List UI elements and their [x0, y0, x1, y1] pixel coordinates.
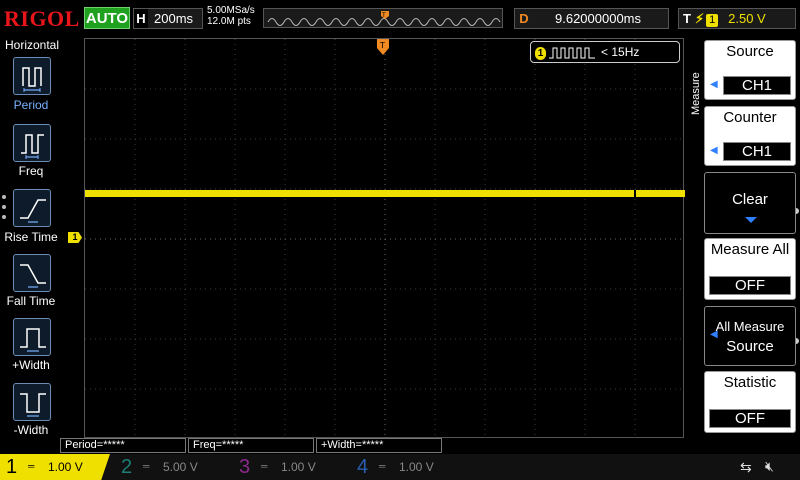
dc-coupling-icon: ═ — [143, 461, 150, 471]
acquisition-info: 5.00MSa/s 12.0M pts — [207, 5, 255, 27]
counter-label: Counter — [723, 109, 777, 126]
negative-width-button[interactable] — [13, 383, 51, 421]
source-button[interactable]: Source ◀ CH1 — [704, 40, 796, 100]
freq-label: Freq — [18, 164, 44, 178]
rise-time-button[interactable] — [13, 189, 51, 227]
timebase-value: 200ms — [154, 11, 194, 26]
trigger-channel: 1 — [706, 14, 719, 27]
fall-time-icon — [20, 264, 46, 288]
sample-rate: 5.00MSa/s — [207, 5, 255, 16]
positive-width-icon — [20, 328, 46, 352]
select-arrow-icon: ◀ — [710, 329, 718, 340]
fall-time-button[interactable] — [13, 254, 51, 292]
positive-width-button[interactable] — [13, 318, 51, 356]
counter-channel: 1 — [535, 47, 546, 60]
ch1-offset-marker[interactable]: 1 — [68, 232, 82, 243]
freq-result[interactable]: Freq=***** — [188, 438, 314, 453]
period-label: Period — [13, 98, 49, 112]
chevron-down-icon — [745, 217, 757, 223]
channel-4-tab[interactable]: 4 ═ 1.00 V — [351, 454, 469, 480]
statistic-button[interactable]: Statistic OFF — [704, 371, 796, 433]
counter-value: < 15Hz — [601, 45, 640, 59]
trigger-label: T — [683, 11, 691, 26]
negative-width-icon — [20, 393, 46, 417]
rise-time-icon — [20, 199, 46, 223]
channel-1-number: 1 — [6, 456, 18, 478]
delay-label: D — [519, 11, 529, 26]
trigger-display[interactable]: T ⚡︎ 1 2.50 V — [678, 8, 796, 29]
channel-3-number: 3 — [239, 456, 251, 478]
channel-2-scale: 5.00 V — [163, 460, 198, 474]
timebase-display[interactable]: H 200ms — [133, 8, 203, 29]
freq-button[interactable] — [13, 124, 51, 162]
channel-3-tab[interactable]: 3 ═ 1.00 V — [233, 454, 351, 480]
period-result[interactable]: Period=***** — [60, 438, 186, 453]
waveform-display[interactable] — [84, 38, 685, 439]
dc-coupling-icon: ═ — [28, 461, 35, 471]
trace-gap — [634, 190, 636, 197]
square-wave-icon — [549, 47, 595, 59]
channel-2-number: 2 — [121, 456, 133, 478]
select-arrow-icon: ◀ — [710, 79, 718, 90]
select-arrow-icon: ◀ — [710, 145, 718, 156]
menu-page-dots — [2, 195, 8, 225]
usb-icon: ⇆ — [740, 459, 752, 475]
right-menu-title: Measure — [690, 72, 702, 115]
brand-logo: RIGOL — [4, 6, 80, 31]
graticule — [85, 39, 685, 439]
channel-2-tab[interactable]: 2 ═ 5.00 V — [115, 454, 233, 480]
dc-coupling-icon: ═ — [261, 461, 268, 471]
ch1-waveform-trace — [85, 190, 685, 197]
all-measure-source-label: Source — [726, 338, 774, 355]
source-value: CH1 — [723, 76, 791, 95]
memory-waveform-icon: T — [267, 11, 501, 26]
measure-all-button[interactable]: Measure All OFF — [704, 238, 796, 300]
frequency-counter: 1 < 15Hz — [530, 41, 680, 63]
measure-all-label: Measure All — [710, 241, 790, 258]
all-measure-source-button[interactable]: All Measure Source ◀ — [704, 306, 796, 366]
memory-overview-strip[interactable]: T — [263, 8, 503, 28]
source-label: Source — [726, 43, 774, 60]
delay-display[interactable]: D 9.62000000ms — [514, 8, 669, 29]
statistic-value: OFF — [709, 409, 791, 428]
statistic-label: Statistic — [723, 374, 777, 391]
trigger-level: 2.50 V — [728, 11, 766, 26]
svg-text:T: T — [379, 41, 385, 50]
period-icon — [22, 67, 42, 92]
horizontal-label: H — [134, 9, 148, 28]
measure-all-value: OFF — [709, 276, 791, 295]
status-bar: RIGOL AUTO H 200ms 5.00MSa/s 12.0M pts T … — [0, 0, 800, 36]
positive-width-label: +Width — [12, 358, 50, 372]
all-measure-label: All Measure — [715, 319, 785, 334]
clear-label: Clear — [732, 191, 768, 208]
freq-icon — [21, 134, 44, 159]
counter-button[interactable]: Counter ◀ CH1 — [704, 106, 796, 166]
memory-depth: 12.0M pts — [207, 16, 251, 27]
speaker-mute-icon[interactable]: 🔇︎ — [765, 458, 774, 475]
rising-edge-icon: ⚡︎ — [695, 11, 705, 26]
channel-1-scale: 1.00 V — [48, 460, 83, 474]
positive-width-result[interactable]: +Width=***** — [316, 438, 442, 453]
left-menu-title: Horizontal — [4, 38, 60, 52]
clear-button[interactable]: Clear — [704, 172, 796, 234]
trigger-position-marker[interactable]: T — [376, 38, 390, 56]
period-button[interactable] — [13, 57, 51, 95]
channel-1-tab[interactable]: 1 ═ 1.00 V — [0, 454, 110, 480]
channel-4-scale: 1.00 V — [399, 460, 434, 474]
channel-3-scale: 1.00 V — [281, 460, 316, 474]
dc-coupling-icon: ═ — [379, 461, 386, 471]
channel-4-number: 4 — [357, 456, 369, 478]
fall-time-label: Fall Time — [6, 294, 56, 308]
delay-value: 9.62000000ms — [555, 11, 642, 26]
svg-text:T: T — [381, 12, 386, 19]
counter-source-value: CH1 — [723, 142, 791, 161]
rise-time-label: Rise Time — [4, 230, 58, 244]
negative-width-label: -Width — [13, 423, 49, 437]
run-status-badge[interactable]: AUTO — [84, 7, 130, 29]
